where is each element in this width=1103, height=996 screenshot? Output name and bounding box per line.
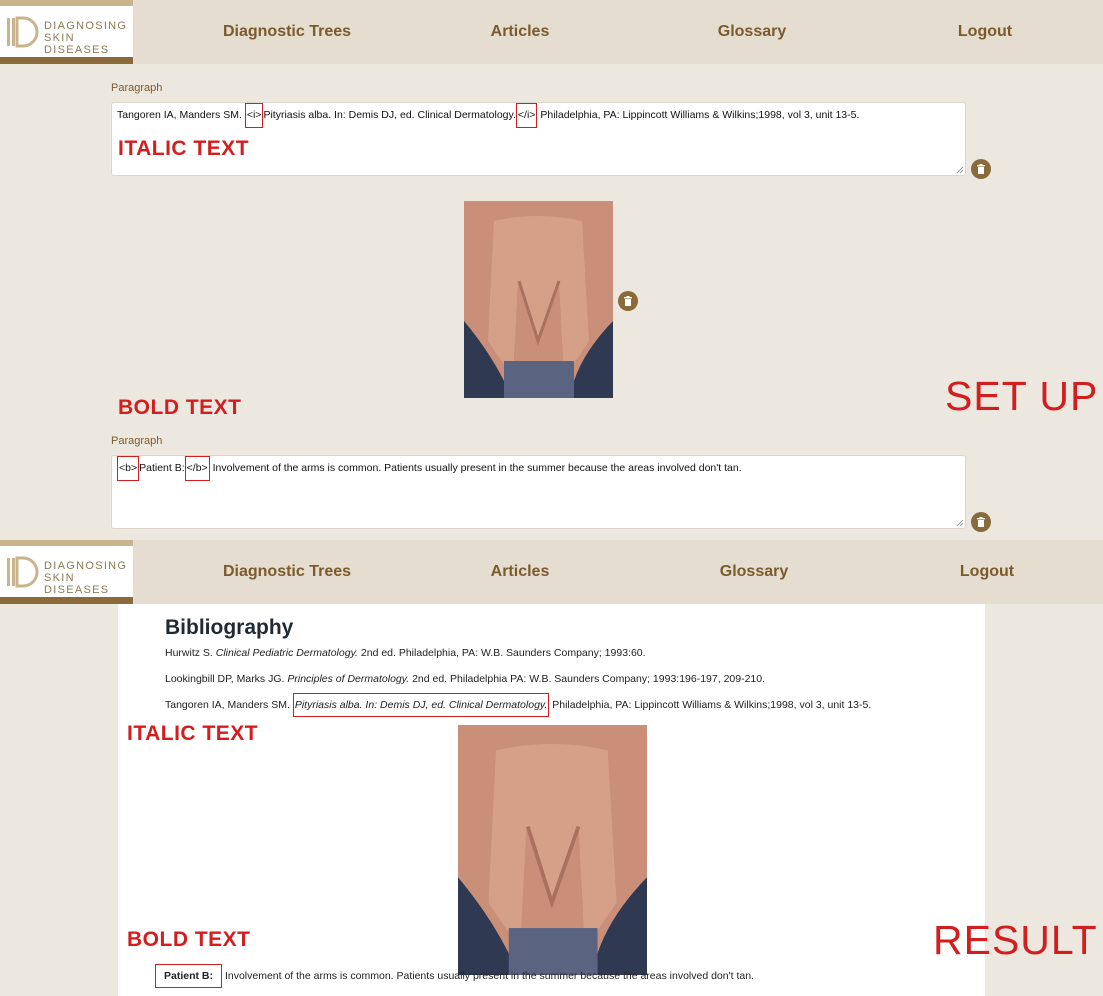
- logo-top-band: [0, 540, 133, 546]
- resize-grip-icon[interactable]: [956, 519, 964, 527]
- resize-grip-icon[interactable]: [956, 166, 964, 174]
- result-bold-paragraph: Patient B: Involvement of the arms is co…: [155, 964, 754, 988]
- delete-image-button[interactable]: [618, 291, 638, 311]
- paragraph-label-1: Paragraph: [111, 82, 163, 94]
- italic-before-text: Tangoren IA, Manders SM.: [117, 109, 242, 121]
- bibliography-heading: Bibliography: [165, 616, 294, 639]
- logo-top-band: [0, 0, 133, 6]
- logo-line-1: DIAGNOSING: [44, 560, 128, 572]
- paragraph-label-2: Paragraph: [111, 435, 163, 447]
- trash-icon: [624, 296, 632, 306]
- bold-open-tag: <b>: [117, 456, 140, 481]
- nav-diagnostic-trees[interactable]: Diagnostic Trees: [197, 0, 377, 64]
- logo-bottom-band: [0, 57, 133, 64]
- nav-diagnostic-trees[interactable]: Diagnostic Trees: [197, 540, 377, 604]
- nav-logout[interactable]: Logout: [897, 540, 1077, 604]
- logo-line-1: DIAGNOSING: [44, 20, 128, 32]
- result-clinical-photo: [458, 725, 647, 975]
- bibliography-ref-3: Tangoren IA, Manders SM. Pityriasis alba…: [165, 693, 872, 717]
- logo-line-2: SKIN DISEASES: [44, 32, 110, 56]
- ref-title: Clinical Pediatric Dermatology.: [215, 647, 358, 659]
- bold-middle-text: Patient B:: [139, 462, 185, 474]
- nav-articles[interactable]: Articles: [430, 540, 610, 604]
- bibliography-ref-2: Lookingbill DP, Marks JG. Principles of …: [165, 673, 765, 685]
- setup-italic-caption: ITALIC TEXT: [118, 137, 250, 160]
- italic-close-tag: </i>: [515, 103, 538, 128]
- bold-patient-label: Patient B:: [155, 964, 223, 988]
- bold-paragraph-rest: Involvement of the arms is common. Patie…: [224, 970, 754, 982]
- logo-mark-icon: [7, 16, 39, 48]
- logo-line-2: SKIN DISEASES: [44, 572, 110, 596]
- setup-bold-caption: BOLD TEXT: [118, 396, 242, 419]
- italic-open-tag: <i>: [244, 103, 264, 128]
- italic-after-text: Philadelphia, PA: Lippincott Williams & …: [540, 109, 860, 121]
- logo-text: DIAGNOSING SKIN DISEASES: [44, 20, 133, 56]
- top-nav-setup: DIAGNOSING SKIN DISEASES Diagnostic Tree…: [0, 0, 1103, 64]
- delete-paragraph-button-2[interactable]: [971, 512, 991, 532]
- trash-icon: [977, 164, 985, 174]
- top-nav-result: DIAGNOSING SKIN DISEASES Diagnostic Tree…: [0, 540, 1103, 604]
- site-logo[interactable]: DIAGNOSING SKIN DISEASES: [0, 540, 133, 604]
- paragraph-textarea-bold[interactable]: <b> Patient B: </b> Involvement of the arm…: [111, 455, 966, 529]
- bibliography-ref-1: Hurwitz S. Clinical Pediatric Dermatolog…: [165, 647, 646, 659]
- nav-logout[interactable]: Logout: [895, 0, 1075, 64]
- nav-articles[interactable]: Articles: [430, 0, 610, 64]
- ref-title-highlighted: Pityriasis alba. In: Demis DJ, ed. Clini…: [292, 693, 550, 717]
- ref-title: Principles of Dermatology.: [287, 673, 410, 685]
- ref-rest: Philadelphia, PA: Lippincott Williams & …: [552, 699, 872, 711]
- ref-rest: 2nd ed. Philadelphia PA: W.B. Saunders C…: [412, 673, 766, 685]
- ref-authors: Hurwitz S.: [165, 647, 213, 659]
- italic-middle-text: Pityriasis alba. In: Demis DJ, ed. Clini…: [263, 109, 516, 121]
- logo-mark-icon: [7, 556, 39, 588]
- bold-close-tag: </b>: [184, 456, 210, 481]
- result-section-label: RESULT: [933, 917, 1098, 963]
- setup-clinical-photo: [464, 201, 613, 398]
- ref-rest: 2nd ed. Philadelphia, PA: W.B. Saunders …: [360, 647, 646, 659]
- delete-paragraph-button-1[interactable]: [971, 159, 991, 179]
- clinical-photo-drawing: [458, 725, 647, 975]
- nav-glossary[interactable]: Glossary: [662, 0, 842, 64]
- ref-authors: Tangoren IA, Manders SM.: [165, 699, 290, 711]
- result-italic-caption: ITALIC TEXT: [127, 722, 259, 745]
- result-bold-caption: BOLD TEXT: [127, 928, 251, 951]
- clinical-photo-drawing: [464, 201, 613, 398]
- ref-authors: Lookingbill DP, Marks JG.: [165, 673, 285, 685]
- nav-glossary[interactable]: Glossary: [664, 540, 844, 604]
- setup-section-label: SET UP: [945, 373, 1099, 419]
- logo-bottom-band: [0, 597, 133, 604]
- bold-after-text: Involvement of the arms is common. Patie…: [212, 462, 742, 474]
- trash-icon: [977, 517, 985, 527]
- logo-text: DIAGNOSING SKIN DISEASES: [44, 560, 133, 596]
- site-logo[interactable]: DIAGNOSING SKIN DISEASES: [0, 0, 133, 64]
